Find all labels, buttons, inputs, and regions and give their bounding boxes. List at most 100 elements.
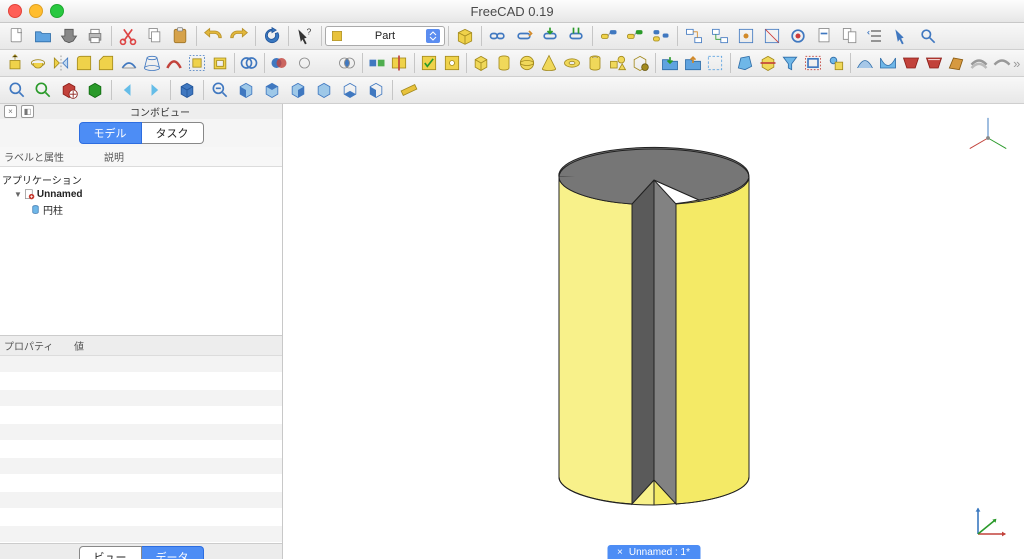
tab-tasks[interactable]: タスク xyxy=(142,122,204,144)
surface6-button[interactable] xyxy=(969,52,990,74)
boolean-intersection-button[interactable] xyxy=(337,52,358,74)
panel-undock-button[interactable]: ◧ xyxy=(21,105,34,118)
panel-close-button[interactable]: × xyxy=(4,105,17,118)
primitive-tube-button[interactable] xyxy=(585,52,606,74)
make-link-button[interactable] xyxy=(486,25,510,47)
tab-view-props[interactable]: ビュー xyxy=(79,546,142,559)
primitive-cube-button[interactable] xyxy=(471,52,492,74)
check-geometry-button[interactable] xyxy=(419,52,440,74)
sweep-button[interactable] xyxy=(164,52,185,74)
link-actions-button[interactable] xyxy=(512,25,536,47)
tree-item-cylinder[interactable]: 円柱 xyxy=(2,201,280,218)
save-button[interactable] xyxy=(57,25,81,47)
loft-button[interactable] xyxy=(141,52,162,74)
link-import-all-button[interactable] xyxy=(564,25,588,47)
zoom-selection-button[interactable] xyxy=(31,79,55,101)
open-button[interactable] xyxy=(31,25,55,47)
whats-this-button[interactable]: ? xyxy=(293,25,317,47)
tree-root[interactable]: アプリケーション xyxy=(2,171,280,188)
new-document-button[interactable] xyxy=(5,25,29,47)
attachment-button[interactable] xyxy=(825,52,846,74)
view-top-button[interactable] xyxy=(260,79,284,101)
compound-filter-button[interactable] xyxy=(780,52,801,74)
close-icon[interactable]: × xyxy=(617,547,623,558)
view-front-button[interactable] xyxy=(234,79,258,101)
property-table[interactable] xyxy=(0,356,282,543)
nav-forward-button[interactable] xyxy=(142,79,166,101)
tab-data-props[interactable]: データ xyxy=(142,546,204,559)
thickness-button[interactable] xyxy=(209,52,230,74)
box-selection-button[interactable] xyxy=(705,52,726,74)
export-button[interactable] xyxy=(682,52,703,74)
tree-sync-selection-button[interactable] xyxy=(708,25,732,47)
mirror-button[interactable] xyxy=(50,52,71,74)
cross-sections-button[interactable] xyxy=(757,52,778,74)
zoom-fit-button[interactable] xyxy=(5,79,29,101)
print-button[interactable] xyxy=(83,25,107,47)
select-link-final-button[interactable] xyxy=(623,25,647,47)
draw-style-button[interactable] xyxy=(57,79,81,101)
view-right-button[interactable] xyxy=(286,79,310,101)
surface2-button[interactable] xyxy=(878,52,899,74)
chamfer-button[interactable] xyxy=(96,52,117,74)
redo-button[interactable] xyxy=(227,25,251,47)
primitives-dialog-button[interactable] xyxy=(607,52,628,74)
zoom-in-out-button[interactable] xyxy=(208,79,232,101)
boolean-cut-button[interactable] xyxy=(291,52,312,74)
select-linked-button[interactable] xyxy=(597,25,621,47)
import-button[interactable] xyxy=(660,52,681,74)
link-import-button[interactable] xyxy=(538,25,562,47)
tree-sync-placement-button[interactable] xyxy=(734,25,758,47)
bounding-box-button[interactable] xyxy=(83,79,107,101)
boolean-generic-button[interactable] xyxy=(269,52,290,74)
maximize-window-button[interactable] xyxy=(50,4,64,18)
surface4-button[interactable] xyxy=(923,52,944,74)
copy-button[interactable] xyxy=(142,25,166,47)
tree-sync-view-button[interactable] xyxy=(682,25,706,47)
offset3d-button[interactable] xyxy=(187,52,208,74)
view-left-button[interactable] xyxy=(364,79,388,101)
surface1-button[interactable] xyxy=(855,52,876,74)
part-box-button[interactable] xyxy=(453,25,477,47)
paste-button[interactable] xyxy=(168,25,192,47)
boolean-union-button[interactable] xyxy=(314,52,335,74)
isometric-view-button[interactable] xyxy=(175,79,199,101)
undo-button[interactable] xyxy=(201,25,225,47)
close-window-button[interactable] xyxy=(8,4,22,18)
tree-single-doc-button[interactable] xyxy=(812,25,836,47)
tree-record-selection-button[interactable] xyxy=(786,25,810,47)
view-rear-button[interactable] xyxy=(312,79,336,101)
tab-model[interactable]: モデル xyxy=(79,122,142,144)
view-bottom-button[interactable] xyxy=(338,79,362,101)
surface3-button[interactable] xyxy=(900,52,921,74)
cylinder-model[interactable] xyxy=(524,122,784,542)
shape-builder-button[interactable] xyxy=(630,52,651,74)
surface5-button[interactable] xyxy=(946,52,967,74)
primitive-cone-button[interactable] xyxy=(539,52,560,74)
boolean-compound-button[interactable] xyxy=(239,52,260,74)
primitive-cylinder-button[interactable] xyxy=(494,52,515,74)
tree-document[interactable]: ▼ Unnamed xyxy=(2,188,280,201)
ruled-surface-button[interactable] xyxy=(119,52,140,74)
select-all-links-button[interactable] xyxy=(649,25,673,47)
split-button[interactable] xyxy=(389,52,410,74)
nav-back-button[interactable] xyxy=(116,79,140,101)
fillet-button[interactable] xyxy=(73,52,94,74)
tree-go-to-selection-button[interactable] xyxy=(916,25,940,47)
primitive-sphere-button[interactable] xyxy=(516,52,537,74)
tree-multi-doc-button[interactable] xyxy=(838,25,862,47)
workbench-selector[interactable]: Part xyxy=(325,26,445,46)
offset2d-button[interactable] xyxy=(803,52,824,74)
tree-preselection-button[interactable] xyxy=(760,25,784,47)
toolbar-overflow-button[interactable]: » xyxy=(1013,56,1020,71)
refresh-button[interactable] xyxy=(260,25,284,47)
model-tree[interactable]: アプリケーション ▼ Unnamed 円柱 xyxy=(0,167,282,335)
cut-button[interactable] xyxy=(116,25,140,47)
tree-drag-button[interactable] xyxy=(890,25,914,47)
document-tab[interactable]: × Unnamed : 1* xyxy=(607,545,700,559)
minimize-window-button[interactable] xyxy=(29,4,43,18)
surface7-button[interactable] xyxy=(991,52,1012,74)
tree-collapse-button[interactable] xyxy=(864,25,888,47)
join-connect-button[interactable] xyxy=(366,52,387,74)
make-face-button[interactable] xyxy=(735,52,756,74)
